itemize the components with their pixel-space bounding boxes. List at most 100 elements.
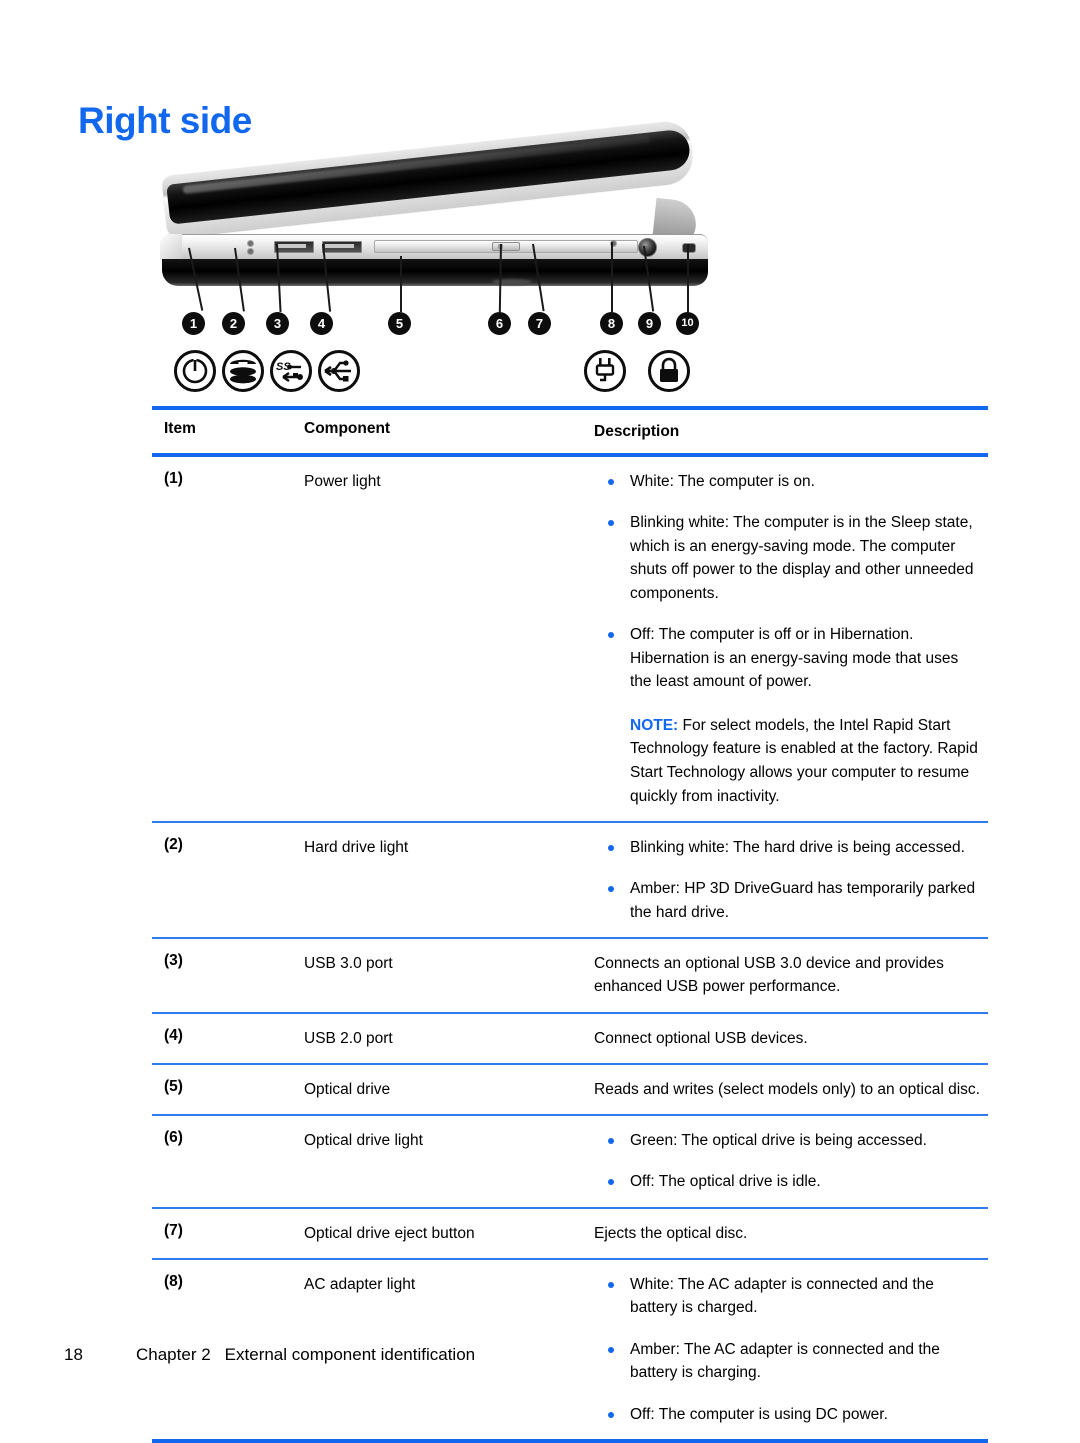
- cell-item: (6): [152, 1116, 304, 1207]
- page-footer: 18 Chapter 2 External component identifi…: [64, 1345, 1024, 1365]
- cell-description: Green: The optical drive is being access…: [594, 1116, 988, 1207]
- table-body: (1) Power light White: The computer is on.…: [152, 457, 988, 1440]
- description-text: Connects an optional USB 3.0 device and …: [594, 954, 944, 996]
- page-title: Right side: [78, 100, 252, 141]
- description-text: Connect optional USB devices.: [594, 1029, 808, 1047]
- cell-item: (3): [152, 939, 304, 1012]
- table-row: (4) USB 2.0 port Connect optional USB devi…: [152, 1014, 988, 1064]
- item-number: (2): [164, 835, 183, 853]
- callout-badge-10: 10: [676, 312, 699, 335]
- callout-leader-line: [687, 244, 689, 312]
- callout-badge-9: 9: [638, 312, 661, 335]
- description-bullet: Blinking white: The computer is in the S…: [594, 511, 982, 605]
- description-text: Ejects the optical disc.: [594, 1224, 748, 1242]
- cell-component: USB 3.0 port: [304, 939, 594, 1012]
- cell-description: Reads and writes (select models only) to…: [594, 1065, 988, 1115]
- usb-icon: [318, 350, 360, 392]
- power-light-port: [248, 241, 253, 246]
- cell-description: White: The computer is on. Blinking white…: [594, 457, 988, 822]
- description-bullet: Off: The computer is off or in Hibernati…: [594, 623, 982, 694]
- item-number: (6): [164, 1128, 183, 1146]
- power-icon: [174, 350, 216, 392]
- cell-description: Connect optional USB devices.: [594, 1014, 988, 1064]
- optical-drive-eject-button: [492, 242, 520, 251]
- description-bullet-list: White: The computer is on. Blinking white…: [594, 470, 982, 694]
- callout-badge-4: 4: [310, 312, 333, 335]
- item-number: (4): [164, 1026, 183, 1044]
- note-block: NOTE: For select models, the Intel Rapid…: [594, 714, 982, 808]
- callout-badge-7: 7: [528, 312, 551, 335]
- description-bullet-list: Green: The optical drive is being access…: [594, 1129, 982, 1194]
- item-number: (7): [164, 1221, 183, 1239]
- component-name: USB 2.0 port: [304, 1029, 393, 1047]
- component-name: USB 3.0 port: [304, 954, 393, 972]
- callout-badge-1: 1: [182, 312, 205, 335]
- cell-item: (1): [152, 457, 304, 822]
- usb-2-port: [322, 241, 362, 253]
- description-bullet: White: The AC adapter is connected and t…: [594, 1273, 982, 1320]
- laptop-base: [160, 234, 708, 286]
- callout-badge-3: 3: [266, 312, 289, 335]
- cell-description: Ejects the optical disc.: [594, 1209, 988, 1259]
- table-bottom-rule: [152, 1439, 988, 1443]
- item-number: (8): [164, 1272, 183, 1290]
- description-bullet-list: Blinking white: The hard drive is being …: [594, 836, 982, 925]
- component-name: Optical drive eject button: [304, 1224, 475, 1242]
- footer-chapter: Chapter 2: [136, 1345, 211, 1364]
- item-number: (3): [164, 951, 183, 969]
- header-description: Description: [594, 423, 680, 440]
- security-cable-slot: [682, 243, 696, 253]
- component-name: Hard drive light: [304, 838, 409, 856]
- component-name: Optical drive light: [304, 1131, 423, 1149]
- cell-item: (2): [152, 823, 304, 938]
- security-lock-icon: [648, 350, 690, 392]
- table-row: (2) Hard drive light Blinking white: The h…: [152, 823, 988, 938]
- cell-component: Optical drive: [304, 1065, 594, 1115]
- callout-leader-line: [400, 256, 402, 312]
- header-item: Item: [164, 420, 196, 437]
- description-bullet: Off: The optical drive is idle.: [594, 1170, 982, 1194]
- item-number: (5): [164, 1077, 183, 1095]
- callout-leader-line: [611, 242, 613, 312]
- callout-badge-2: 2: [222, 312, 245, 335]
- table-row: (3) USB 3.0 port Connects an optional USB …: [152, 939, 988, 1012]
- cell-item: (7): [152, 1209, 304, 1259]
- document-page: Right side 1 2 3 4 5 6 7 8 9 10 SS Item …: [0, 0, 1080, 1443]
- table-row: (1) Power light White: The computer is on.…: [152, 457, 988, 822]
- description-text: Reads and writes (select models only) to…: [594, 1080, 980, 1098]
- cell-component: Hard drive light: [304, 823, 594, 938]
- note-label: NOTE:: [630, 716, 679, 734]
- description-bullet: White: The computer is on.: [594, 470, 982, 494]
- note-text: For select models, the Intel Rapid Start…: [630, 716, 978, 805]
- callout-badge-6: 6: [488, 312, 511, 335]
- cell-description: Connects an optional USB 3.0 device and …: [594, 939, 988, 1012]
- cell-component: USB 2.0 port: [304, 1014, 594, 1064]
- component-name: AC adapter light: [304, 1275, 416, 1293]
- laptop-base-bottom: [162, 259, 708, 286]
- cell-description: Blinking white: The hard drive is being …: [594, 823, 988, 938]
- cell-component: Optical drive light: [304, 1116, 594, 1207]
- component-name: Power light: [304, 472, 381, 490]
- description-bullet: Off: The computer is using DC power.: [594, 1403, 982, 1427]
- hard-drive-light-port: [248, 249, 253, 254]
- callout-badge-8: 8: [600, 312, 623, 335]
- cell-item: (5): [152, 1065, 304, 1115]
- power-connector-port: [638, 238, 657, 257]
- laptop-right-side-figure: 1 2 3 4 5 6 7 8 9 10 SS: [160, 119, 720, 402]
- component-name: Optical drive: [304, 1080, 391, 1098]
- ac-adapter-icon: [584, 350, 626, 392]
- description-bullet: Amber: HP 3D DriveGuard has temporarily …: [594, 877, 982, 924]
- item-number: (1): [164, 469, 183, 487]
- hard-drive-icon: [222, 350, 264, 392]
- description-bullet: Blinking white: The hard drive is being …: [594, 836, 982, 860]
- cell-component: Power light: [304, 457, 594, 822]
- callout-badge-5: 5: [388, 312, 411, 335]
- usb-3-port: [274, 241, 314, 253]
- table-row: (7) Optical drive eject button Ejects the …: [152, 1209, 988, 1259]
- table-row: (5) Optical drive Reads and writes (select…: [152, 1065, 988, 1115]
- header-component: Component: [304, 420, 391, 437]
- usb-superspeed-icon: SS: [270, 350, 312, 392]
- footer-page-number: 18: [64, 1345, 83, 1364]
- component-table: Item Component Description (1) Power ligh…: [152, 406, 988, 1443]
- footer-chapter-title: External component identification: [224, 1345, 476, 1364]
